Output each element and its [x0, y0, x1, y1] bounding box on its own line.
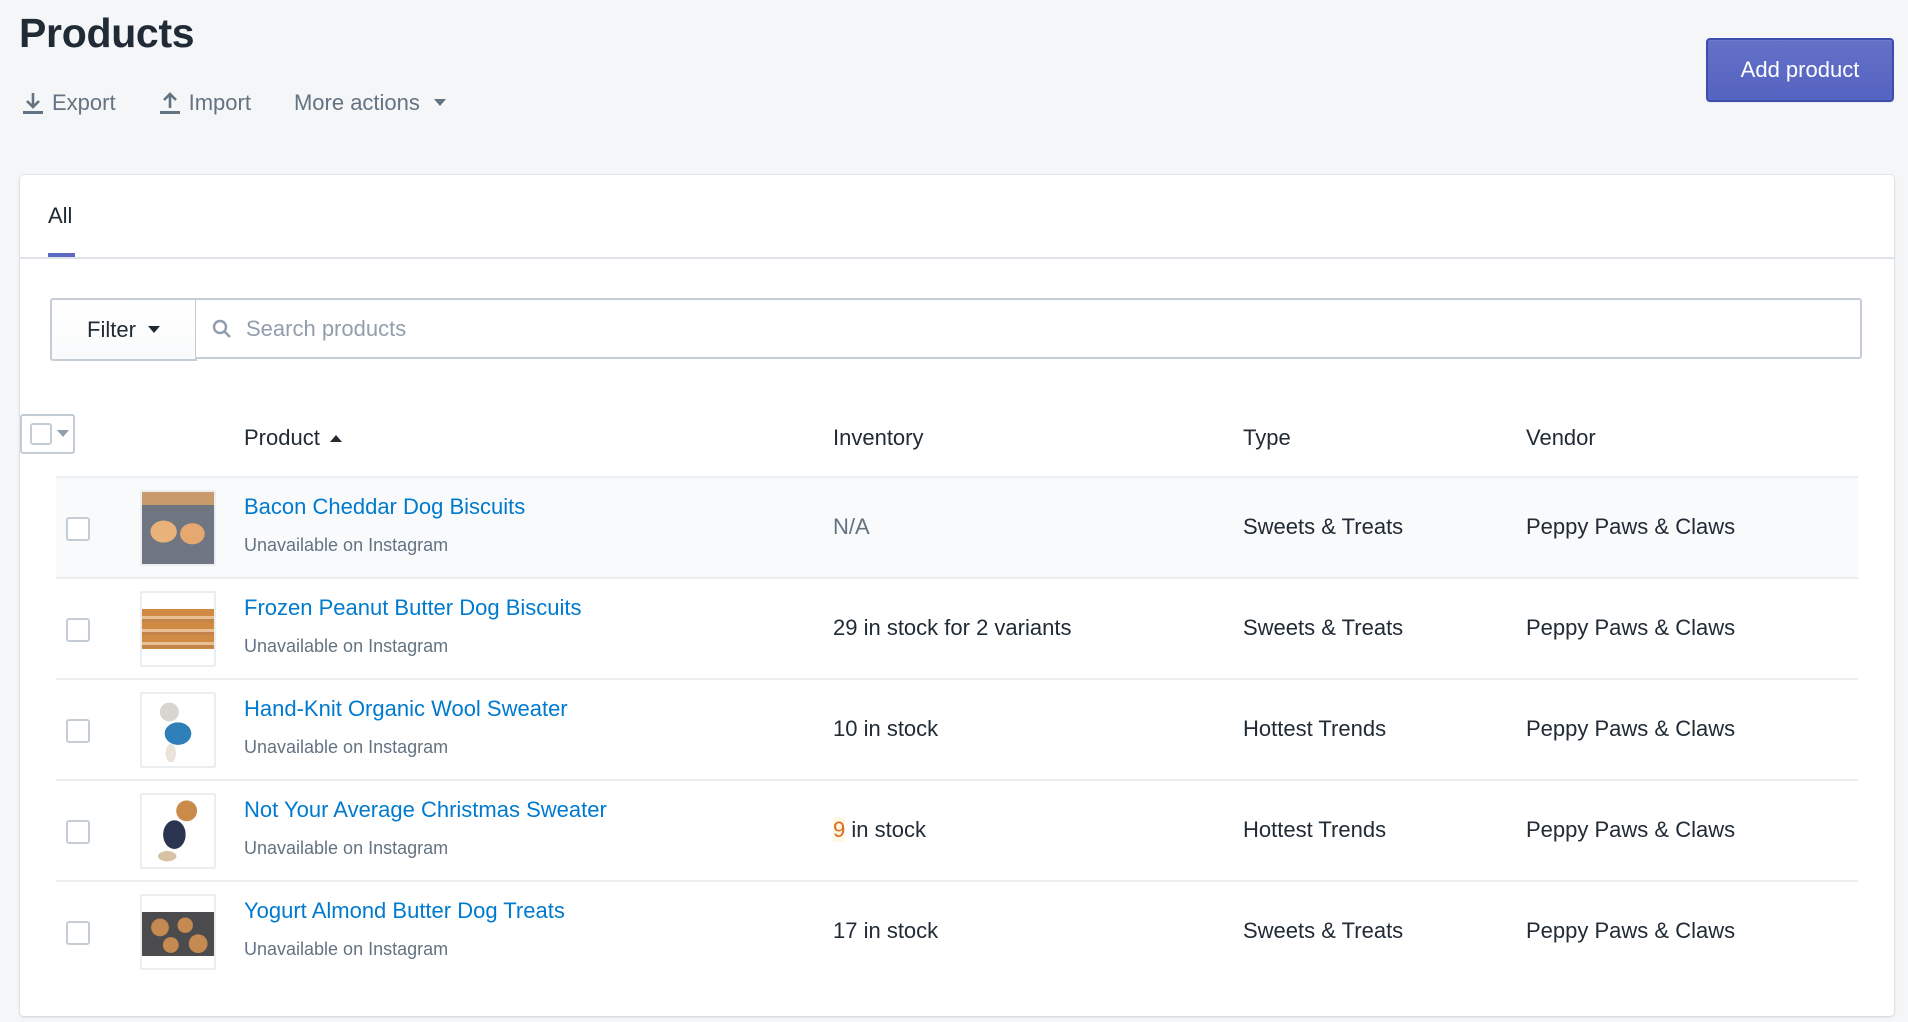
product-name-link[interactable]: Not Your Average Christmas Sweater [244, 797, 607, 823]
select-all-box[interactable] [30, 423, 52, 445]
filter-button[interactable]: Filter [50, 298, 197, 361]
product-name-link[interactable]: Yogurt Almond Butter Dog Treats [244, 898, 565, 924]
product-thumbnail[interactable] [140, 591, 216, 667]
vendor-value: Peppy Paws & Claws [1526, 514, 1736, 539]
table-row[interactable]: Not Your Average Christmas Sweater Unava… [56, 779, 1858, 880]
product-availability: Unavailable on Instagram [244, 636, 449, 656]
export-button[interactable]: Export [22, 90, 116, 116]
export-label: Export [52, 90, 116, 115]
row-checkbox[interactable] [66, 517, 90, 541]
import-icon [159, 92, 180, 114]
caret-down-icon [57, 430, 69, 437]
row-checkbox[interactable] [66, 719, 90, 743]
filter-label: Filter [87, 316, 136, 342]
inventory-value: N/A [833, 514, 870, 539]
tab-all[interactable]: All [48, 203, 72, 229]
select-all-checkbox[interactable] [20, 414, 75, 454]
export-icon [23, 93, 43, 114]
inventory-value: 29 in stock for 2 variants [833, 615, 1072, 640]
product-availability: Unavailable on Instagram [244, 838, 449, 858]
table-row[interactable]: Yogurt Almond Butter Dog Treats Unavaila… [56, 880, 1858, 981]
table-row[interactable]: Bacon Cheddar Dog Biscuits Unavailable o… [56, 476, 1858, 577]
tab-bar: All [20, 175, 1894, 259]
import-label: Import [188, 90, 251, 115]
type-value: Hottest Trends [1243, 716, 1387, 741]
type-value: Hottest Trends [1243, 817, 1387, 842]
product-thumbnail[interactable] [140, 894, 216, 970]
chihuahua-sweater-photo [142, 694, 214, 766]
product-name-link[interactable]: Hand-Knit Organic Wool Sweater [244, 696, 568, 722]
sort-ascending-icon [329, 435, 342, 442]
product-name-link[interactable]: Bacon Cheddar Dog Biscuits [244, 494, 525, 520]
vendor-value: Peppy Paws & Claws [1526, 918, 1736, 943]
row-checkbox[interactable] [66, 618, 90, 642]
type-value: Sweets & Treats [1243, 615, 1404, 640]
more-actions-button[interactable]: More actions [294, 90, 454, 116]
vendor-value: Peppy Paws & Claws [1526, 615, 1736, 640]
product-availability: Unavailable on Instagram [244, 535, 449, 555]
product-thumbnail[interactable] [140, 692, 216, 768]
inventory-suffix: in stock [845, 817, 926, 842]
active-tab-indicator [48, 253, 75, 257]
column-header-inventory: Inventory [833, 425, 924, 450]
beagle-christmas-sweater-photo [142, 795, 214, 867]
vendor-value: Peppy Paws & Claws [1526, 817, 1736, 842]
type-value: Sweets & Treats [1243, 514, 1404, 539]
inventory-value: 9 in stock [833, 817, 926, 843]
column-header-product-label: Product [244, 425, 320, 450]
import-button[interactable]: Import [159, 90, 251, 116]
row-checkbox[interactable] [66, 820, 90, 844]
caret-down-icon [433, 99, 446, 106]
product-thumbnail[interactable] [140, 490, 216, 566]
product-name-link[interactable]: Frozen Peanut Butter Dog Biscuits [244, 595, 582, 621]
column-header-product[interactable]: Product [244, 425, 342, 451]
inventory-value: 17 in stock [833, 918, 939, 943]
dog-biscuit-bone-photo [142, 492, 214, 564]
type-value: Sweets & Treats [1243, 918, 1404, 943]
table-row[interactable]: Frozen Peanut Butter Dog Biscuits Unavai… [56, 577, 1858, 678]
caret-down-icon [147, 325, 160, 333]
search-field[interactable] [196, 298, 1862, 359]
product-availability: Unavailable on Instagram [244, 737, 449, 757]
column-header-type: Type [1243, 425, 1291, 450]
page-title: Products [19, 10, 195, 56]
row-checkbox[interactable] [66, 921, 90, 945]
search-icon [212, 319, 231, 338]
more-actions-label: More actions [293, 90, 420, 115]
search-input[interactable] [246, 315, 1746, 342]
vendor-value: Peppy Paws & Claws [1526, 716, 1736, 741]
low-stock-count: 9 [833, 817, 846, 842]
product-list: Bacon Cheddar Dog Biscuits Unavailable o… [56, 476, 1858, 981]
product-availability: Unavailable on Instagram [244, 939, 449, 959]
paw-shaped-treats-photo [142, 912, 214, 956]
inventory-value: 10 in stock [833, 716, 939, 741]
product-thumbnail[interactable] [140, 793, 216, 869]
column-header-vendor: Vendor [1526, 425, 1596, 450]
table-row[interactable]: Hand-Knit Organic Wool Sweater Unavailab… [56, 678, 1858, 779]
peanut-butter-biscuits-photo [142, 609, 214, 649]
add-product-button[interactable]: Add product [1706, 38, 1894, 102]
page-actions: Export Import More actions [22, 90, 497, 116]
